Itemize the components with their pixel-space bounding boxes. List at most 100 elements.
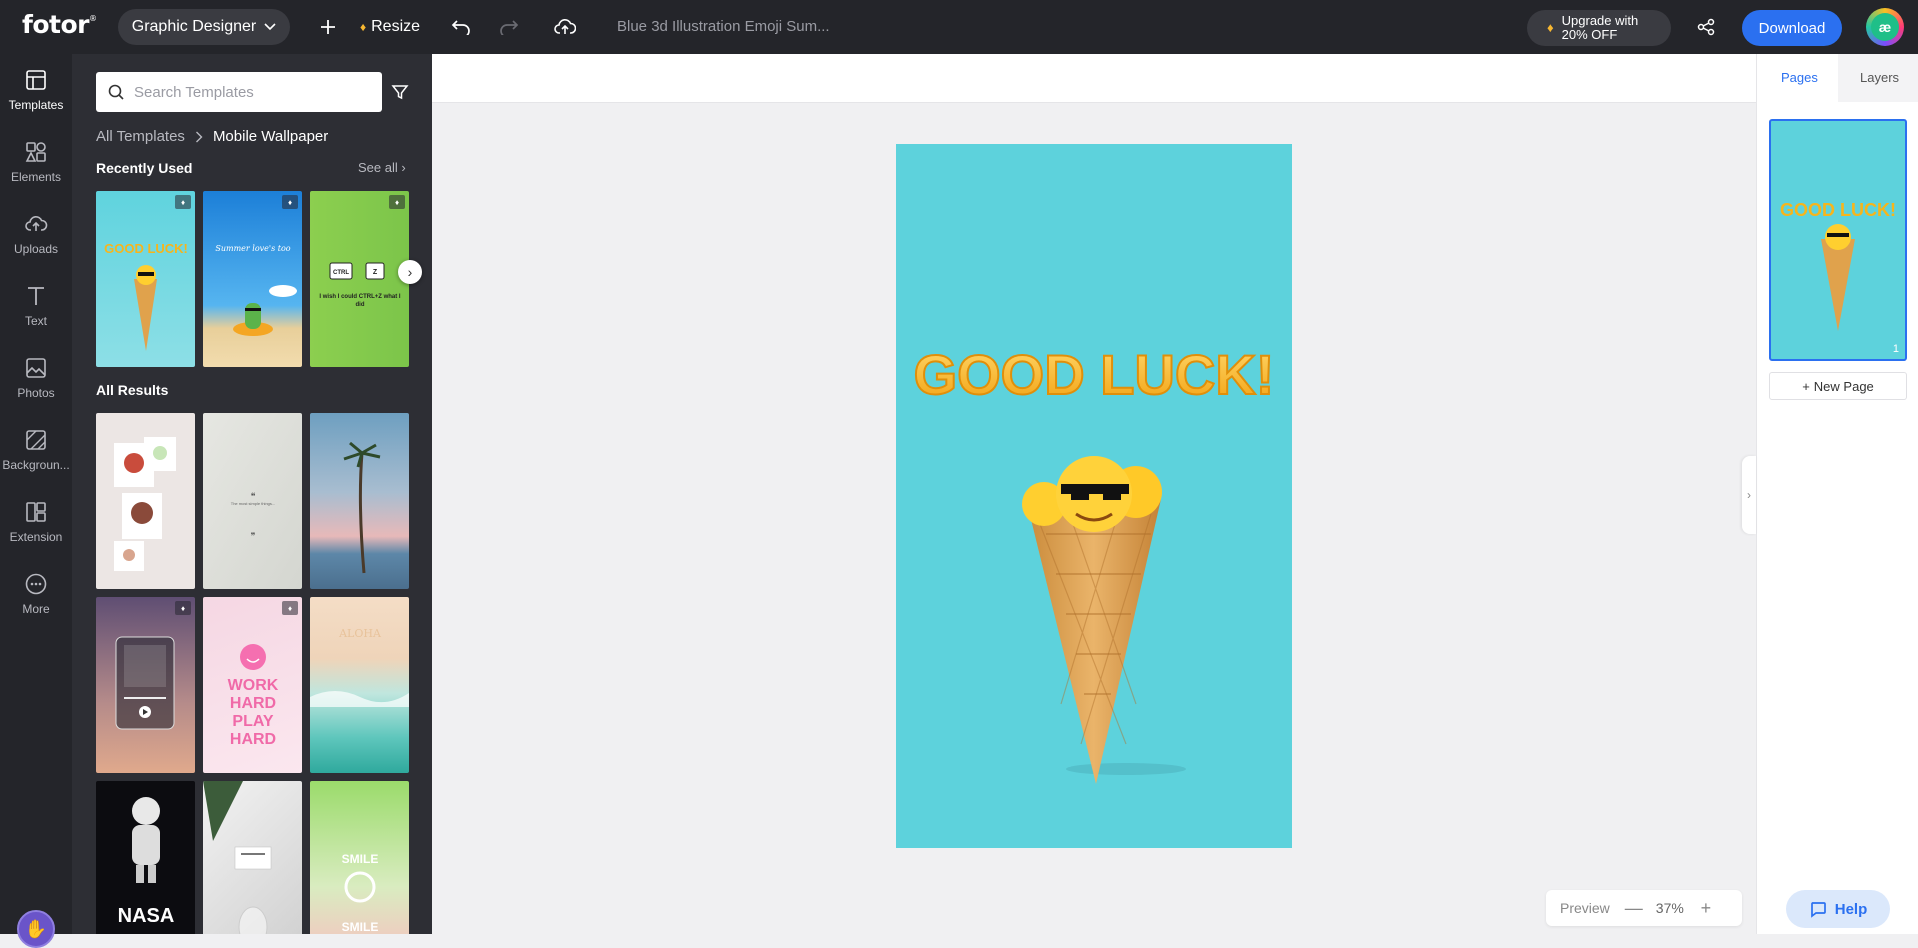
template-preview: GOOD LUCK! (104, 241, 188, 351)
crown-icon: ♦ (360, 20, 367, 34)
recently-used-title: Recently Used (96, 160, 193, 176)
recent-template-card[interactable]: ♦ GOOD LUCK! (96, 191, 195, 367)
template-preview (343, 441, 381, 574)
nav-templates[interactable]: Templates (0, 60, 72, 120)
svg-text:Z: Z (373, 269, 378, 276)
search-box (96, 72, 382, 112)
tab-pages[interactable]: Pages (1781, 70, 1818, 85)
templates-panel: All Templates Mobile Wallpaper Recently … (72, 54, 432, 934)
share-icon[interactable] (1693, 14, 1719, 40)
diamond-icon: ♦ (1547, 20, 1554, 35)
upgrade-label-line2: 20% OFF (1561, 27, 1618, 42)
nav-elements[interactable]: Elements (0, 132, 72, 192)
svg-text:CTRL: CTRL (333, 270, 349, 276)
result-template-card[interactable] (96, 413, 195, 589)
extension-icon (26, 502, 46, 522)
templates-icon (26, 70, 46, 90)
nav-label: Templates (8, 98, 64, 112)
add-icon[interactable] (315, 14, 341, 40)
search-icon (108, 84, 124, 100)
template-preview: CTRL Z I wish I could CTRL+Z what I did (319, 262, 401, 308)
background-icon (26, 430, 46, 450)
zoom-in-button[interactable]: + (1696, 898, 1716, 919)
role-selector-button[interactable]: Graphic Designer (118, 9, 290, 45)
svg-text:ALOHA: ALOHA (338, 627, 382, 640)
zoom-out-button[interactable]: — (1624, 898, 1644, 919)
result-template-card[interactable] (203, 781, 302, 934)
upgrade-button[interactable]: ♦ Upgrade with 20% OFF (1527, 10, 1671, 46)
template-preview: Summer love's too (215, 244, 297, 336)
recent-template-card[interactable]: ♦ CTRL Z I wish I could CTRL+Z what I di… (310, 191, 409, 367)
page-thumbnail[interactable]: GOOD LUCK! 1 (1769, 119, 1907, 361)
nav-more[interactable]: More (0, 564, 72, 624)
result-template-card[interactable]: ALOHA (310, 597, 409, 773)
see-all-link[interactable]: See all › (358, 160, 406, 175)
result-template-card[interactable]: SMILE SMILE (310, 781, 409, 934)
expand-right-handle[interactable]: › (1742, 456, 1756, 534)
download-button[interactable]: Download (1742, 10, 1842, 46)
chevron-right-icon (195, 131, 203, 142)
premium-icon: ♦ (389, 195, 405, 209)
premium-icon: ♦ (282, 601, 298, 615)
redo-icon[interactable] (496, 14, 522, 40)
template-preview: NASA (118, 797, 174, 927)
nav-label: Extension (9, 530, 63, 544)
preview-button[interactable]: Preview (1560, 900, 1610, 916)
fotor-logo[interactable]: fotor® (22, 10, 97, 39)
nav-text[interactable]: Text (0, 276, 72, 336)
result-template-card[interactable]: ♦ WORK HARD PLAY HARD (203, 597, 302, 773)
svg-text:SMILE: SMILE (342, 852, 379, 866)
nav-uploads[interactable]: Uploads (0, 204, 72, 264)
carousel-next-icon[interactable]: › (398, 260, 422, 284)
context-toolbar (432, 54, 1756, 103)
nav-label: Backgroun... (2, 458, 70, 472)
tab-layers[interactable]: Layers (1860, 70, 1899, 85)
hand-wave-icon[interactable]: ✋ (17, 910, 55, 948)
svg-text:Summer love's too: Summer love's too (215, 244, 290, 253)
nav-extension[interactable]: Extension (0, 492, 72, 552)
premium-icon: ♦ (282, 195, 298, 209)
svg-text:SMILE: SMILE (342, 920, 379, 934)
all-results-title: All Results (96, 382, 169, 398)
result-template-card[interactable]: NASA (96, 781, 195, 934)
template-preview: SMILE SMILE (342, 852, 379, 934)
design-artboard[interactable]: GOOD LUCK! (896, 144, 1292, 848)
cloud-save-icon[interactable] (552, 14, 578, 40)
template-preview: WORK HARD PLAY HARD (228, 644, 278, 748)
template-preview: ALOHA (310, 627, 409, 707)
premium-icon: ♦ (175, 601, 191, 615)
search-input[interactable] (134, 83, 364, 101)
svg-text:❞: ❞ (251, 532, 256, 542)
breadcrumb-root[interactable]: All Templates (96, 128, 185, 145)
pages-panel: Pages Layers GOOD LUCK! 1 + New Page (1756, 54, 1918, 934)
role-label: Graphic Designer (131, 18, 257, 35)
resize-button[interactable]: ♦ Resize (360, 14, 420, 40)
recent-template-card[interactable]: ♦ Summer love's too (203, 191, 302, 367)
side-nav: Templates Elements Uploads Text Photos B… (0, 54, 72, 948)
help-button[interactable]: Help (1786, 890, 1890, 928)
nav-photos[interactable]: Photos (0, 348, 72, 408)
template-preview (203, 781, 272, 934)
result-template-card[interactable]: ❝ The most simple things... ❞ (203, 413, 302, 589)
document-title[interactable]: Blue 3d Illustration Emoji Sum... (617, 18, 830, 35)
top-bar: fotor® Graphic Designer ♦ Resize Blue 3d… (0, 0, 1918, 54)
chat-bubble-icon (1810, 902, 1826, 918)
svg-text:GOOD LUCK!: GOOD LUCK! (104, 241, 188, 256)
nav-background[interactable]: Backgroun... (0, 420, 72, 480)
zoom-value[interactable]: 37% (1656, 900, 1684, 916)
result-template-card[interactable] (310, 413, 409, 589)
premium-icon: ♦ (175, 195, 191, 209)
template-preview (114, 437, 176, 571)
nav-label: Uploads (13, 242, 59, 256)
upgrade-label-line1: Upgrade with (1561, 13, 1639, 28)
avatar[interactable]: æ (1866, 8, 1904, 46)
result-template-card[interactable]: ♦ (96, 597, 195, 773)
help-label: Help (1834, 900, 1868, 918)
undo-icon[interactable] (448, 14, 474, 40)
avatar-initials: æ (1871, 13, 1899, 41)
filter-icon[interactable] (390, 82, 410, 102)
nav-label: Elements (10, 170, 62, 184)
chevron-down-icon (264, 23, 276, 31)
new-page-button[interactable]: + New Page (1769, 372, 1907, 400)
plus-icon: + (1802, 378, 1810, 394)
